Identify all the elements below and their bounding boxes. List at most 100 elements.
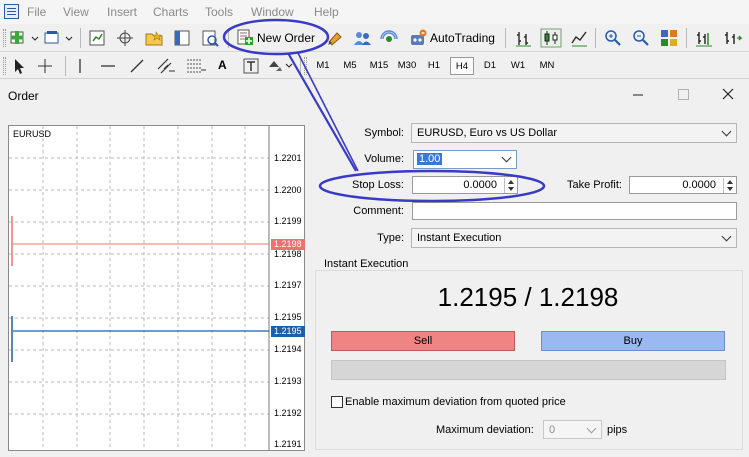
- text-tool[interactable]: A: [218, 58, 227, 72]
- stop-loss-field[interactable]: 0.0000: [412, 176, 518, 194]
- metaeditor-icon[interactable]: [326, 30, 344, 46]
- terminal-window-icon[interactable]: [173, 29, 191, 47]
- chart-shift-icon[interactable]: [694, 29, 714, 47]
- menu-charts[interactable]: Charts: [153, 5, 188, 19]
- maximize-icon[interactable]: [671, 84, 695, 106]
- signals-icon[interactable]: [352, 29, 372, 47]
- buy-button[interactable]: Buy: [541, 331, 725, 351]
- profiles-icon[interactable]: [44, 30, 74, 46]
- timeframe-m1[interactable]: M1: [311, 57, 335, 75]
- price-tick: 1.2194: [274, 344, 302, 354]
- standard-toolbar: New Order AutoTrading: [0, 24, 749, 52]
- sell-button[interactable]: Sell: [331, 331, 515, 351]
- menu-file[interactable]: File: [27, 5, 46, 19]
- type-select[interactable]: Instant Execution: [411, 228, 737, 248]
- chevron-down-icon: [721, 126, 732, 137]
- timeframe-m15[interactable]: M15: [366, 57, 392, 75]
- bid-price-tag: 1.2195: [271, 326, 305, 337]
- pips-label: pips: [607, 424, 628, 436]
- max-deviation-label: Maximum deviation:: [436, 424, 534, 436]
- menu-help[interactable]: Help: [314, 5, 339, 19]
- timeframe-w1[interactable]: W1: [506, 57, 530, 75]
- comment-label: Comment:: [353, 205, 404, 217]
- ask-price-tag: 1.2198: [271, 239, 305, 250]
- zoom-in-icon[interactable]: [604, 29, 622, 47]
- line-chart-icon[interactable]: [570, 29, 588, 47]
- navigator-folder-icon[interactable]: [144, 29, 164, 47]
- new-order-label: New Order: [257, 31, 316, 45]
- app-icon: [4, 4, 19, 19]
- bar-chart-icon[interactable]: [514, 29, 532, 47]
- crosshair-navigator-icon[interactable]: [116, 29, 134, 47]
- zoom-out-icon[interactable]: [632, 29, 650, 47]
- take-profit-value: 0.0000: [682, 179, 716, 191]
- max-deviation-select[interactable]: 0: [543, 420, 602, 439]
- stop-loss-spinner[interactable]: [504, 178, 516, 193]
- minimize-icon[interactable]: [626, 84, 650, 106]
- line-studies-toolbar: A M1 M5 M15 M30 H1 H4 D1 W1 MN: [0, 52, 749, 79]
- symbol-select-value: EURUSD, Euro vs US Dollar: [417, 127, 557, 139]
- take-profit-field[interactable]: 0.0000: [629, 176, 737, 194]
- bid-ask-quote: 1.2195 / 1.2198: [437, 282, 619, 312]
- order-progress-bar: [331, 360, 726, 380]
- volume-field[interactable]: 1.00: [413, 150, 517, 169]
- arrows-icon[interactable]: [267, 57, 293, 75]
- chart-grid: [9, 126, 270, 450]
- market-icon[interactable]: [380, 29, 398, 47]
- max-deviation-value: 0: [549, 424, 556, 436]
- chevron-down-icon: [721, 231, 732, 242]
- auto-scroll-icon[interactable]: [722, 29, 744, 47]
- stop-loss-value: 0.0000: [463, 179, 497, 191]
- price-tick: 1.2193: [274, 376, 302, 386]
- price-tick: 1.2195: [274, 312, 302, 322]
- new-chart-icon[interactable]: [10, 30, 40, 46]
- volume-label: Volume:: [364, 153, 404, 165]
- price-tick: 1.2201: [274, 153, 302, 163]
- candlestick-chart-icon[interactable]: [540, 28, 562, 48]
- chart-symbol: EURUSD: [13, 129, 52, 139]
- price-tick: 1.2192: [274, 408, 302, 418]
- timeframe-h1[interactable]: H1: [423, 57, 445, 75]
- timeframe-d1[interactable]: D1: [479, 57, 501, 75]
- cursor-icon[interactable]: [11, 57, 27, 75]
- price-tick: 1.2198: [274, 249, 302, 259]
- type-select-value: Instant Execution: [417, 232, 502, 244]
- fibonacci-retracement-icon[interactable]: [185, 56, 207, 76]
- menu-insert[interactable]: Insert: [107, 5, 137, 19]
- max-deviation-checkbox[interactable]: [331, 396, 343, 408]
- menu-window[interactable]: Window: [251, 5, 294, 19]
- strategy-tester-icon[interactable]: [201, 29, 219, 47]
- timeframe-h4[interactable]: H4: [450, 57, 474, 75]
- timeframe-mn[interactable]: MN: [534, 57, 560, 75]
- autotrading-button[interactable]: AutoTrading: [406, 27, 499, 49]
- horizontal-line-icon[interactable]: [99, 57, 117, 75]
- menu-view[interactable]: View: [63, 5, 89, 19]
- symbol-select[interactable]: EURUSD, Euro vs US Dollar: [411, 123, 737, 143]
- type-label: Type:: [377, 232, 404, 244]
- instant-execution-title: Instant Execution: [322, 258, 411, 270]
- trendline-icon[interactable]: [128, 57, 146, 75]
- vertical-line-icon[interactable]: [73, 57, 87, 75]
- menu-tools[interactable]: Tools: [205, 5, 233, 19]
- tile-windows-icon[interactable]: [660, 29, 678, 47]
- timeframe-m5[interactable]: M5: [338, 57, 362, 75]
- close-icon[interactable]: [716, 84, 740, 106]
- tick-chart: EURUSD 1.2201 1.2200 1.2199 1.2198 1.219…: [8, 125, 305, 451]
- take-profit-spinner[interactable]: [723, 178, 735, 193]
- equidistant-channel-icon[interactable]: [155, 56, 177, 76]
- price-tick: 1.2199: [274, 216, 302, 226]
- new-order-button[interactable]: New Order: [232, 27, 320, 49]
- text-label-icon[interactable]: [242, 57, 260, 75]
- toolbar-grip[interactable]: [3, 29, 6, 47]
- comment-input[interactable]: [412, 202, 737, 220]
- crosshair-icon[interactable]: [36, 57, 54, 75]
- toolbar-grip[interactable]: [304, 57, 307, 75]
- autotrading-icon: [411, 29, 427, 45]
- toolbar-grip[interactable]: [3, 57, 6, 75]
- price-tick: 1.2200: [274, 185, 302, 195]
- dialog-title: Order: [8, 89, 39, 103]
- timeframe-m30[interactable]: M30: [394, 57, 420, 75]
- chevron-down-icon: [501, 152, 512, 163]
- autotrading-label: AutoTrading: [430, 31, 495, 45]
- market-watch-icon[interactable]: [88, 29, 106, 47]
